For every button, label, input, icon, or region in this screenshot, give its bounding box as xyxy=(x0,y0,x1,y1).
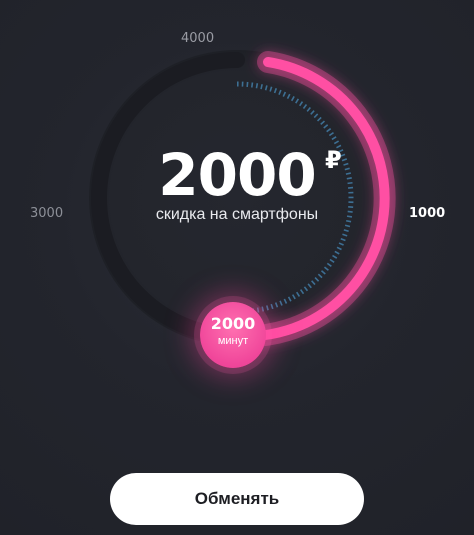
discount-subtitle: скидка на смартфоны xyxy=(155,206,319,223)
currency-ruble-icon: ₽ xyxy=(325,146,342,174)
exchange-screen: 4000 3000 1000 2000 ₽ скидка на смартфон… xyxy=(0,0,474,535)
dial xyxy=(89,50,396,348)
dial-knob[interactable]: 2000 минут xyxy=(200,302,266,368)
discount-value: 2000 xyxy=(158,141,316,209)
exchange-button[interactable]: Обменять xyxy=(110,473,364,525)
knob-minutes-value: 2000 xyxy=(210,314,256,333)
discount-amount: 2000 ₽ xyxy=(0,142,474,208)
knob-minutes-unit: минут xyxy=(217,335,249,347)
tick-label-4000: 4000 xyxy=(181,31,215,46)
